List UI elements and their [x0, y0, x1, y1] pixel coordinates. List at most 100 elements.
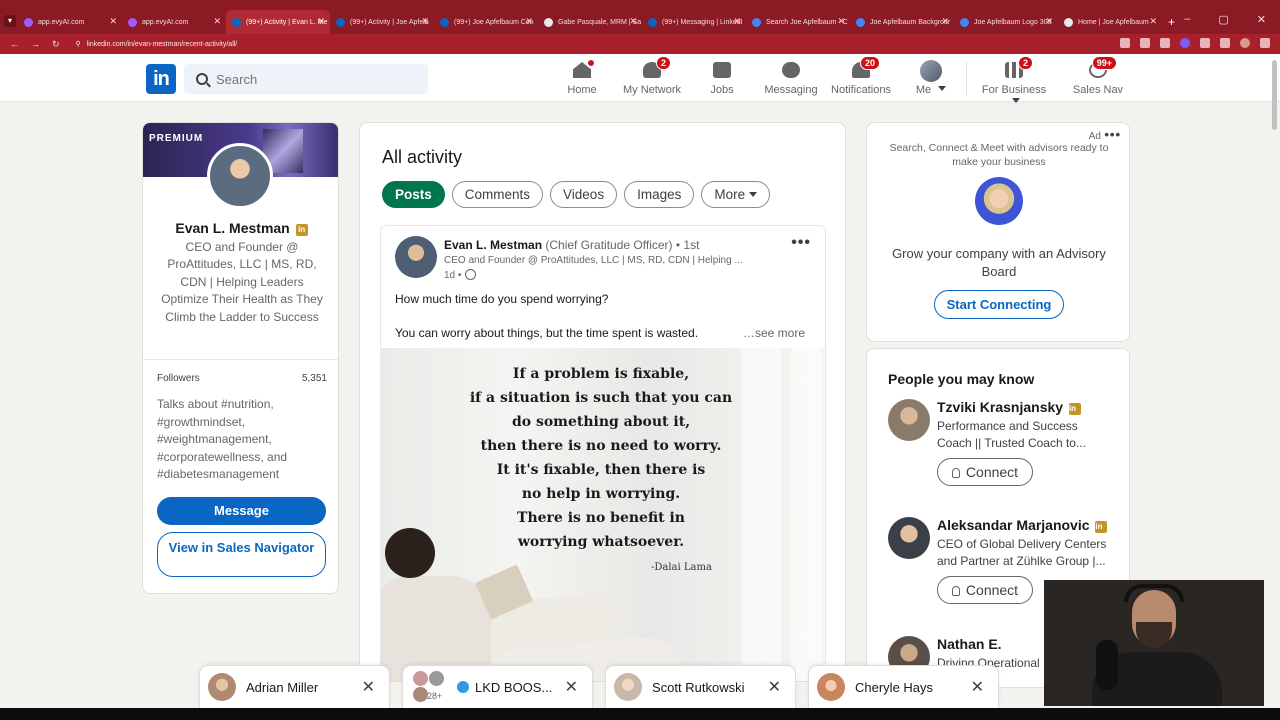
- post-author-avatar[interactable]: [395, 236, 437, 278]
- network-icon: 2: [641, 56, 671, 80]
- close-chat-icon[interactable]: ✕: [362, 677, 375, 697]
- person-name-row[interactable]: Tzviki Krasnjansky in: [937, 399, 1081, 415]
- search-bar[interactable]: [184, 64, 428, 94]
- reload-icon[interactable]: ↻: [52, 39, 60, 50]
- tab-search-icon[interactable]: ▾: [4, 15, 16, 27]
- search-input[interactable]: [216, 71, 406, 87]
- ad-headline: Grow your company with an Advisory Board: [892, 246, 1106, 279]
- filter-videos[interactable]: Videos: [550, 181, 618, 208]
- nav-my-network[interactable]: 2 My Network: [622, 56, 682, 96]
- close-chat-icon[interactable]: ✕: [565, 677, 578, 697]
- post-author-headline: CEO and Founder @ ProAttitudes, LLC | MS…: [444, 255, 743, 266]
- browser-tab[interactable]: Joe Apfelbaum Logo 300 ✕: [954, 10, 1058, 34]
- chat-tab[interactable]: Adrian Miller ✕: [200, 666, 389, 708]
- close-window-button[interactable]: ✕: [1257, 13, 1266, 26]
- linkedin-logo[interactable]: in: [146, 64, 176, 94]
- zoom-icon[interactable]: [1120, 38, 1130, 48]
- close-chat-icon[interactable]: ✕: [768, 677, 781, 697]
- headphones-graphic: [1124, 584, 1184, 602]
- extensions-icon[interactable]: [1160, 38, 1170, 48]
- download-icon[interactable]: [1200, 38, 1210, 48]
- tab-favicon-icon: [1064, 17, 1073, 27]
- nav-sales-nav[interactable]: 99+ Sales Nav: [1072, 56, 1124, 96]
- filter-comments[interactable]: Comments: [451, 181, 544, 208]
- post-options-icon[interactable]: •••: [791, 234, 811, 252]
- start-connecting-button[interactable]: Start Connecting: [934, 290, 1064, 319]
- see-more-link[interactable]: …see more: [743, 326, 805, 340]
- browser-tab[interactable]: app.evyAI.com ✕: [122, 10, 226, 34]
- person-avatar[interactable]: [888, 399, 930, 441]
- browser-tab[interactable]: app.evyAI.com ✕: [18, 10, 122, 34]
- post-author-row[interactable]: Evan L. Mestman (Chief Gratitude Officer…: [444, 238, 699, 252]
- nav-me[interactable]: Me: [912, 60, 950, 96]
- tab-close-icon[interactable]: ✕: [733, 16, 741, 27]
- tab-close-icon[interactable]: ✕: [109, 16, 117, 27]
- ad-text: Search, Connect & Meet with advisors rea…: [889, 142, 1109, 168]
- browser-tab[interactable]: (99+) Messaging | LinkedI ✕: [642, 10, 746, 34]
- site-info-icon[interactable]: ⚲: [76, 40, 81, 48]
- tab-close-icon[interactable]: ✕: [317, 16, 325, 27]
- messaging-icon: [780, 60, 802, 80]
- browser-tab[interactable]: Home | Joe Apfelbaum ✕: [1058, 10, 1162, 34]
- quote-author: -Dalai Lama: [651, 562, 712, 573]
- nav-notifications[interactable]: 20 Notifications: [830, 56, 892, 96]
- url-field[interactable]: ⚲ linkedin.com/in/evan-mestman/recent-ac…: [76, 40, 238, 49]
- message-button[interactable]: Message: [157, 497, 326, 525]
- tab-close-icon[interactable]: ✕: [421, 16, 429, 27]
- maximize-button[interactable]: ▢: [1218, 13, 1228, 26]
- browser-tab[interactable]: Search Joe Apfelbaum - C ✕: [746, 10, 850, 34]
- chat-tab[interactable]: Scott Rutkowski ✕: [606, 666, 795, 708]
- group-avatars: 28+: [411, 669, 447, 705]
- nav-home[interactable]: Home: [566, 58, 598, 96]
- new-tab-button[interactable]: +: [1168, 15, 1175, 29]
- filter-more[interactable]: More: [701, 181, 771, 208]
- filter-images[interactable]: Images: [624, 181, 695, 208]
- back-icon[interactable]: ←: [10, 39, 19, 50]
- nav-for-business[interactable]: 2 For Business: [976, 56, 1052, 108]
- filter-posts[interactable]: Posts: [382, 181, 445, 208]
- browser-tab[interactable]: Gabe Pasquale, MRM | Sa ✕: [538, 10, 642, 34]
- profile-icon[interactable]: [1240, 38, 1250, 48]
- person-avatar[interactable]: [888, 517, 930, 559]
- close-chat-icon[interactable]: ✕: [971, 677, 984, 697]
- connect-button[interactable]: Connect: [937, 458, 1033, 486]
- tab-close-icon[interactable]: ✕: [837, 16, 845, 27]
- tab-close-icon[interactable]: ✕: [213, 16, 221, 27]
- person-name-row[interactable]: Aleksandar Marjanovic in: [937, 517, 1108, 533]
- connect-button[interactable]: Connect: [937, 576, 1033, 604]
- linkedin-premium-icon: in: [1095, 521, 1108, 533]
- post-image[interactable]: If a problem is fixable, if a situation …: [381, 348, 825, 681]
- tab-close-icon[interactable]: ✕: [941, 16, 949, 27]
- tab-close-icon[interactable]: ✕: [629, 16, 637, 27]
- profile-name-row[interactable]: Evan L. Mestman in: [143, 220, 338, 236]
- quote-text: If a problem is fixable, if a situation …: [469, 366, 733, 550]
- tab-close-icon[interactable]: ✕: [525, 16, 533, 27]
- menu-icon[interactable]: [1260, 38, 1270, 48]
- view-sales-navigator-button[interactable]: View in Sales Navigator: [157, 532, 326, 577]
- tab-favicon-icon: [544, 17, 553, 27]
- evyai-extension-icon[interactable]: [1180, 38, 1190, 48]
- person-name-row[interactable]: Nathan E.: [937, 636, 1002, 652]
- minimize-button[interactable]: –: [1184, 13, 1190, 26]
- chat-tab[interactable]: 28+ LKD BOOS... ✕: [403, 666, 592, 708]
- linkedin-premium-icon: in: [1068, 403, 1081, 415]
- address-bar: ← → ↻ ⚲ linkedin.com/in/evan-mestman/rec…: [0, 34, 1280, 54]
- nav-messaging[interactable]: Messaging: [764, 60, 818, 96]
- bookmark-icon[interactable]: [1140, 38, 1150, 48]
- ad-options-icon[interactable]: •••: [1104, 127, 1121, 142]
- tab-close-icon[interactable]: ✕: [1045, 16, 1053, 27]
- browser-tab[interactable]: (99+) Joe Apfelbaum Con ✕: [434, 10, 538, 34]
- nav-jobs[interactable]: Jobs: [706, 60, 738, 96]
- tab-close-icon[interactable]: ✕: [1149, 16, 1157, 27]
- tab-favicon-icon: [440, 17, 449, 27]
- forward-icon[interactable]: →: [31, 39, 40, 50]
- scrollbar[interactable]: [1272, 60, 1277, 130]
- sidepanel-icon[interactable]: [1220, 38, 1230, 48]
- browser-tab[interactable]: Joe Apfelbaum Backgrour ✕: [850, 10, 954, 34]
- divider: [143, 359, 338, 360]
- chat-avatar: [614, 673, 642, 701]
- browser-tab[interactable]: (99+) Activity | Joe Apfelb ✕: [330, 10, 434, 34]
- chat-tab[interactable]: Cheryle Hays ✕: [809, 666, 998, 708]
- browser-tab-active[interactable]: (99+) Activity | Evan L. Me ✕: [226, 10, 330, 34]
- profile-avatar[interactable]: [207, 143, 273, 209]
